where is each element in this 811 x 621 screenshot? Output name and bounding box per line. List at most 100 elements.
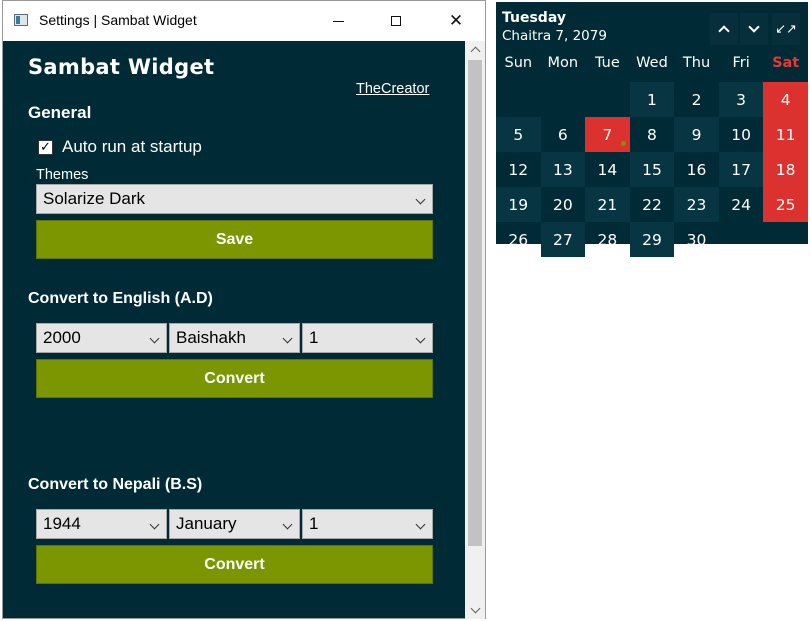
calendar-day-name: Tuesday <box>502 10 566 26</box>
calendar-day-cell[interactable]: 24 <box>719 187 764 222</box>
themes-label: Themes <box>36 167 89 183</box>
convert-nepali-title: Convert to Nepali (B.S) <box>28 476 203 493</box>
nepali-day-value: 1 <box>309 514 319 533</box>
nepali-month-select[interactable]: January <box>169 509 300 539</box>
calendar-empty-cell <box>763 222 808 257</box>
chevron-down-icon <box>282 333 293 344</box>
window-title: Settings | Sambat Widget <box>39 12 197 28</box>
calendar-day-cell[interactable]: 23 <box>674 187 719 222</box>
minimize-icon <box>332 20 344 22</box>
calendar-collapse-button[interactable]: ↙↗ <box>772 13 800 45</box>
calendar-grid: Sun Mon Tue Wed Thu Fri Sat 1 2 3 4 5 6 7 8 9 10 11 12 13 14… <box>496 47 808 257</box>
maximize-icon <box>391 16 401 26</box>
english-year-value: 2000 <box>43 328 81 347</box>
calendar-day-cell[interactable]: 21 <box>585 187 630 222</box>
nepali-year-select[interactable]: 1944 <box>36 509 167 539</box>
calendar-day-cell[interactable]: 20 <box>541 187 586 222</box>
scroll-thumb[interactable] <box>468 60 482 546</box>
weekday-header: Mon <box>547 55 579 71</box>
chevron-down-icon <box>415 194 426 205</box>
app-icon <box>14 14 28 26</box>
title-bar[interactable]: Settings | Sambat Widget ✕ <box>3 1 485 41</box>
english-year-select[interactable]: 2000 <box>36 323 167 353</box>
calendar-date-text: Chaitra 7, 2079 <box>502 28 607 44</box>
autorun-label: Auto run at startup <box>62 137 202 156</box>
minimize-button[interactable] <box>309 1 367 41</box>
calendar-empty-cell <box>585 82 630 117</box>
calendar-day-cell[interactable]: 11 <box>763 117 808 152</box>
calendar-empty-cell <box>496 82 541 117</box>
chevron-down-icon <box>748 21 760 33</box>
scroll-up-button[interactable] <box>465 41 485 58</box>
calendar-day-cell[interactable]: 25 <box>763 187 808 222</box>
calendar-day-cell[interactable]: 9 <box>674 117 719 152</box>
weekday-header: Wed <box>636 55 668 71</box>
convert-english-title: Convert to English (A.D) <box>28 290 213 307</box>
calendar-day-cell[interactable]: 3 <box>718 82 764 117</box>
general-section-title: General <box>28 103 92 122</box>
calendar-day-cell[interactable]: 8 <box>630 117 675 152</box>
calendar-day-cell[interactable]: 26 <box>496 222 541 257</box>
calendar-day-cell[interactable]: 6 <box>541 117 586 152</box>
chevron-down-icon <box>415 519 426 530</box>
calendar-day-cell[interactable]: 18 <box>763 152 808 187</box>
calendar-day-cell[interactable]: 27 <box>540 222 586 257</box>
english-month-select[interactable]: Baishakh <box>169 323 300 353</box>
nepali-month-value: January <box>176 514 237 533</box>
chevron-up-icon <box>470 46 480 57</box>
collapse-icon: ↙↗ <box>775 21 797 37</box>
calendar-previous-button[interactable] <box>710 13 738 45</box>
calendar-today-cell[interactable]: 7 <box>585 117 630 152</box>
app-title: Sambat Widget <box>28 55 215 79</box>
calendar-day-cell[interactable]: 4 <box>763 82 808 117</box>
nepali-year-value: 1944 <box>43 514 81 533</box>
chevron-down-icon <box>282 519 293 530</box>
close-icon: ✕ <box>448 11 464 31</box>
calendar-widget: Tuesday Chaitra 7, 2079 ↙↗ Sun Mon Tue Wed T… <box>496 2 808 257</box>
settings-content: Sambat Widget TheCreator General ✓ Auto … <box>3 41 464 619</box>
english-day-value: 1 <box>309 328 319 347</box>
calendar-next-button[interactable] <box>740 13 768 45</box>
calendar-day-cell[interactable]: 29 <box>629 222 675 257</box>
settings-window: Settings | Sambat Widget ✕ Sambat Widget… <box>2 0 486 619</box>
calendar-day-cell[interactable]: 14 <box>585 152 630 187</box>
chevron-down-icon <box>149 333 160 344</box>
theme-select-value: Solarize Dark <box>43 189 146 208</box>
theme-select[interactable]: Solarize Dark <box>36 184 433 214</box>
scroll-down-button[interactable] <box>465 602 485 619</box>
autorun-option[interactable]: ✓ Auto run at startup <box>38 137 202 157</box>
convert-to-nepali-button[interactable]: Convert <box>36 545 433 584</box>
calendar-day-cell[interactable]: 17 <box>718 152 764 187</box>
autorun-checkbox[interactable]: ✓ <box>38 139 53 155</box>
calendar-day-cell[interactable]: 13 <box>540 152 586 187</box>
english-day-select[interactable]: 1 <box>302 323 433 353</box>
vertical-scrollbar[interactable] <box>465 41 485 619</box>
calendar-day-cell[interactable]: 28 <box>585 222 630 257</box>
nepali-day-select[interactable]: 1 <box>302 509 433 539</box>
calendar-day-cell[interactable]: 22 <box>630 187 675 222</box>
maximize-button[interactable] <box>367 1 425 41</box>
creator-link[interactable]: TheCreator <box>356 81 429 97</box>
calendar-day-cell[interactable]: 19 <box>496 187 541 222</box>
weekday-header: Fri <box>732 55 750 71</box>
chevron-up-icon <box>718 25 730 37</box>
weekday-header: Tue <box>595 55 620 71</box>
calendar-day-cell[interactable]: 16 <box>674 152 719 187</box>
weekday-header: Sat <box>772 55 800 71</box>
english-month-value: Baishakh <box>176 328 246 347</box>
calendar-day-cell[interactable]: 2 <box>674 82 719 117</box>
convert-to-english-button[interactable]: Convert <box>36 359 433 398</box>
calendar-day-cell[interactable]: 10 <box>719 117 764 152</box>
calendar-day-cell[interactable]: 12 <box>496 152 541 187</box>
calendar-empty-cell <box>541 82 586 117</box>
calendar-day-cell[interactable]: 15 <box>629 152 675 187</box>
calendar-day-cell[interactable]: 1 <box>629 82 675 117</box>
calendar-day-cell[interactable]: 30 <box>674 222 719 257</box>
weekday-header: Sun <box>504 55 533 71</box>
chevron-down-icon <box>149 519 160 530</box>
calendar-day-cell[interactable]: 5 <box>496 117 541 152</box>
weekday-header: Thu <box>682 55 711 71</box>
close-button[interactable]: ✕ <box>427 1 485 41</box>
calendar-empty-cell <box>719 222 764 257</box>
save-button[interactable]: Save <box>36 220 433 259</box>
